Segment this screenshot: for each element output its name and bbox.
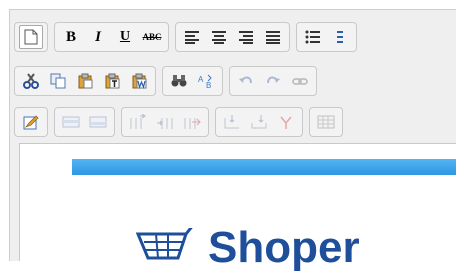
italic-button[interactable]: I (86, 25, 110, 49)
table-icon (317, 115, 335, 129)
align-right-icon (239, 31, 253, 44)
logo-text: Shoper (208, 223, 360, 272)
bulleted-list-icon (305, 30, 320, 44)
bulleted-list-button[interactable] (301, 25, 325, 49)
link-icon (292, 78, 308, 85)
scissors-icon (23, 73, 39, 89)
svg-text:A: A (198, 75, 204, 84)
new-document-icon (24, 29, 38, 45)
search-group: A B (162, 66, 223, 96)
merge-cell-button[interactable] (247, 110, 271, 134)
insert-col-after-button[interactable] (153, 110, 177, 134)
align-center-button[interactable] (207, 25, 231, 49)
align-left-icon (185, 31, 199, 44)
numbered-list-icon (337, 31, 343, 43)
history-group (229, 66, 317, 96)
align-justify-button[interactable] (261, 25, 285, 49)
replace-button[interactable]: A B (194, 69, 218, 93)
cut-button[interactable] (19, 69, 43, 93)
document-group (14, 22, 48, 52)
align-right-button[interactable] (234, 25, 258, 49)
align-left-button[interactable] (180, 25, 204, 49)
new-document-button[interactable] (19, 25, 43, 49)
paste-button[interactable] (73, 69, 97, 93)
table-group (309, 107, 343, 137)
table-row-icon (89, 116, 107, 128)
clipboard-icon (78, 73, 93, 89)
redo-icon (267, 76, 280, 84)
list-group (296, 22, 357, 52)
copy-button[interactable] (46, 69, 70, 93)
find-button[interactable] (167, 69, 191, 93)
paste-text-button[interactable] (100, 69, 124, 93)
align-center-icon (212, 31, 226, 44)
bold-button[interactable]: B (59, 25, 83, 49)
copy-icon (50, 73, 66, 89)
table-row-after-button[interactable] (86, 110, 110, 134)
table-row-group (54, 107, 115, 137)
alignment-group (175, 22, 290, 52)
edit-group (14, 107, 48, 137)
insert-table-button[interactable] (314, 110, 338, 134)
merge-cell-icon (251, 115, 267, 129)
insert-col-before-button[interactable] (126, 110, 150, 134)
blue-banner (72, 159, 456, 175)
replace-icon: A B (198, 74, 212, 89)
table-column-group (121, 107, 209, 137)
svg-text:B: B (206, 81, 211, 89)
delete-cell-icon (280, 116, 292, 129)
text-format-group: B I U ABC (54, 22, 169, 52)
link-button[interactable] (288, 69, 312, 93)
undo-icon (239, 76, 252, 84)
toolbar-row-2: A B (14, 64, 317, 98)
toolbar-row-3 (14, 105, 343, 139)
underline-button[interactable]: U (113, 25, 137, 49)
delete-cell-button[interactable] (274, 110, 298, 134)
delete-column-icon (184, 118, 201, 129)
redo-button[interactable] (261, 69, 285, 93)
delete-col-button[interactable] (180, 110, 204, 134)
insert-cell-icon (224, 115, 239, 129)
table-row-icon (62, 116, 80, 128)
undo-button[interactable] (234, 69, 258, 93)
paste-text-icon (105, 73, 120, 89)
edit-source-button[interactable] (19, 110, 43, 134)
table-cell-group (215, 107, 303, 137)
strikethrough-button[interactable]: ABC (140, 25, 164, 49)
paste-word-icon (132, 73, 147, 89)
edit-icon (23, 115, 39, 130)
insert-cell-button[interactable] (220, 110, 244, 134)
insert-column-after-icon (157, 118, 173, 129)
clipboard-group (14, 66, 156, 96)
table-row-before-button[interactable] (59, 110, 83, 134)
numbered-list-button[interactable] (328, 25, 352, 49)
insert-column-before-icon (130, 114, 146, 129)
toolbar-row-1: B I U ABC (14, 20, 357, 54)
paste-word-button[interactable] (127, 69, 151, 93)
binoculars-icon (171, 75, 187, 87)
align-justify-icon (266, 31, 280, 44)
